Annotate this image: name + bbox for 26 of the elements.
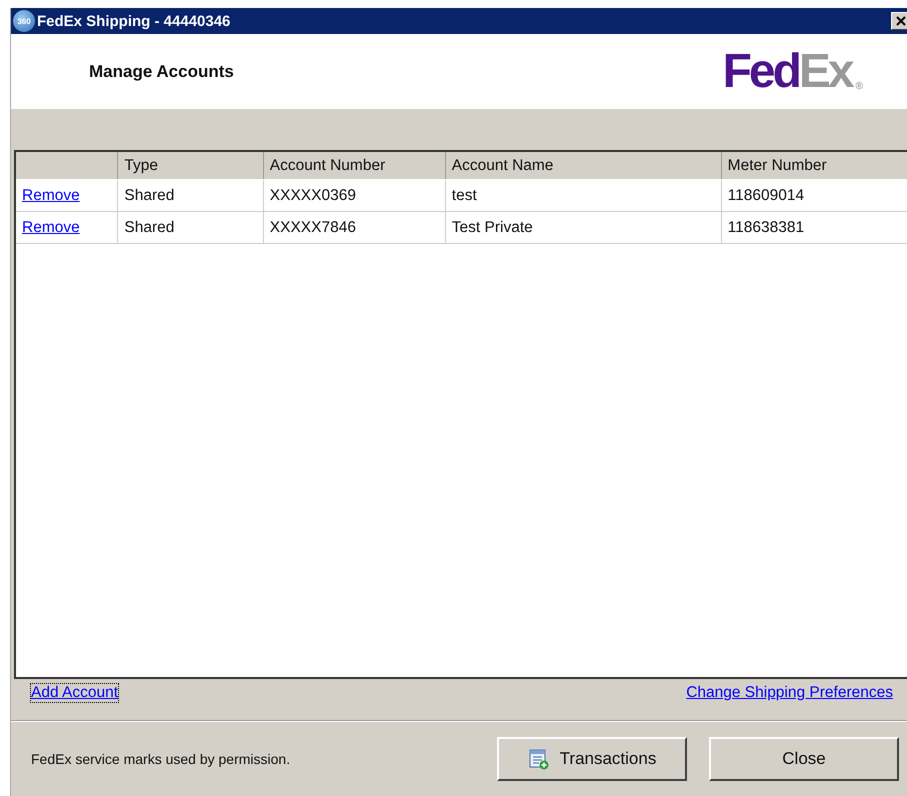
registered-mark: ® (856, 80, 863, 92)
table-cell: test (445, 180, 722, 212)
window-title: FedEx Shipping - 44440346 (37, 12, 232, 30)
column-header: Type (118, 152, 264, 180)
remove-link[interactable]: Remove (22, 218, 80, 236)
table-cell: XXXXX0369 (263, 180, 446, 212)
page-title: Manage Accounts (89, 62, 234, 82)
ledger-add-icon (528, 748, 550, 770)
app-icon: 360 (13, 10, 35, 32)
remove-link[interactable]: Remove (22, 186, 80, 204)
preferences-link[interactable]: Change Shipping Preferences (686, 684, 893, 702)
table-cell: Test Private (445, 212, 722, 244)
table-cell: Shared (118, 180, 264, 212)
table-cell: 118638381 (721, 212, 907, 244)
add-account-link[interactable]: Add Account (31, 684, 118, 702)
footer-note: FedEx service marks used by permission. (31, 750, 292, 766)
transactions-button[interactable]: Transactions (497, 736, 687, 780)
column-header: Meter Number (721, 152, 907, 180)
close-icon[interactable] (891, 12, 907, 30)
column-header: Account Name (445, 152, 722, 180)
close-button[interactable]: Close (709, 736, 899, 780)
column-header: Account Number (263, 152, 446, 180)
fedex-logo: FedEx (722, 48, 852, 96)
table-cell: XXXXX7846 (263, 212, 446, 244)
table-cell: 118609014 (721, 180, 907, 212)
table-cell: Shared (118, 212, 264, 244)
